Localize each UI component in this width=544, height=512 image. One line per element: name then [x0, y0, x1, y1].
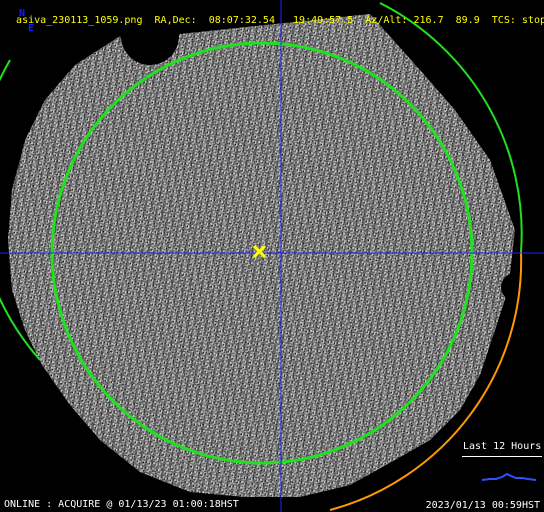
timestamp: 2023/01/13 00:59HST: [425, 500, 540, 511]
az-value: 216.7: [413, 15, 444, 26]
allsky-view: [0, 0, 544, 512]
azalt-label: Az/Alt:: [365, 15, 408, 26]
dec-value: 19:49:57.5: [293, 15, 354, 26]
ra-value: 08:07:32.54: [208, 15, 275, 26]
tcs-label: TCS:: [491, 15, 516, 26]
radec-label: RA,Dec:: [154, 15, 197, 26]
north-label: N: [19, 8, 26, 19]
obstruction-blob: [501, 273, 529, 301]
sky-image: [8, 14, 515, 497]
status-text: ONLINE : ACQUIRE @ 01/13/23 01:00:18HST: [4, 499, 239, 510]
tcs-value: stop: [521, 15, 544, 26]
header-bar: asiva_230113_1059.png RA,Dec: 08:07:32.5…: [4, 3, 544, 27]
east-label: E: [28, 23, 35, 34]
image-filename: asiva_230113_1059.png: [16, 15, 143, 26]
trend-label: Last 12 Hours: [463, 441, 542, 452]
alt-value: 89.9: [455, 15, 480, 26]
trend-sparkline: [481, 472, 537, 481]
trend-underline: [462, 456, 542, 457]
